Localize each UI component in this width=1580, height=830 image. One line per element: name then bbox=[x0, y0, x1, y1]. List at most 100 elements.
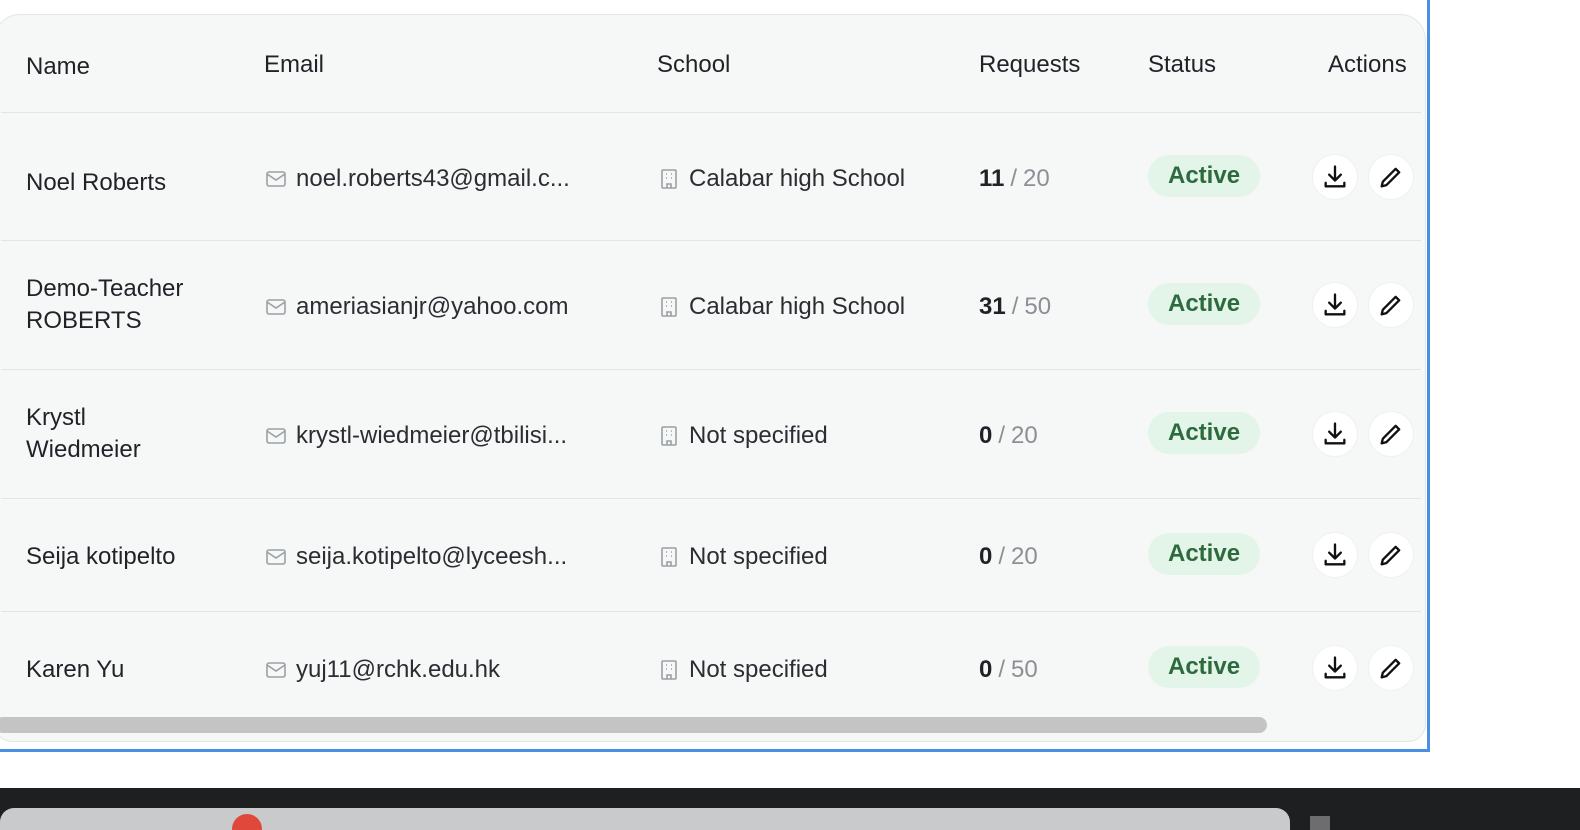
user-email-text: noel.roberts43@gmail.c... bbox=[296, 165, 570, 192]
row-actions bbox=[1313, 412, 1421, 456]
table-header-row: Name Email School Requests Status Action… bbox=[1, 15, 1421, 113]
user-requests: 0 / 20 bbox=[979, 543, 1129, 571]
user-email: seija.kotipelto@lyceesh... bbox=[264, 543, 634, 571]
status-badge: Active bbox=[1148, 533, 1261, 575]
user-school-text: Calabar high School bbox=[689, 293, 906, 320]
users-table-card: Name Email School Requests Status Action… bbox=[0, 14, 1426, 742]
requests-separator: / bbox=[1011, 293, 1019, 320]
pencil-icon bbox=[1380, 167, 1401, 188]
edit-button[interactable] bbox=[1369, 155, 1413, 199]
status-badge: Active bbox=[1148, 283, 1261, 325]
column-header-requests[interactable]: Requests bbox=[979, 51, 1129, 79]
background-window-strip bbox=[0, 788, 1580, 830]
download-icon bbox=[1324, 165, 1346, 188]
download-button[interactable] bbox=[1313, 412, 1357, 456]
user-name: Seija kotipelto bbox=[26, 543, 176, 570]
user-email: yuj11@rchk.edu.hk bbox=[264, 656, 634, 684]
requests-separator: / bbox=[1010, 165, 1018, 192]
requests-used: 0 bbox=[979, 543, 993, 570]
square-icon bbox=[1310, 816, 1330, 830]
user-school: Calabar high School bbox=[657, 293, 957, 321]
column-header-status[interactable]: Status bbox=[1148, 51, 1308, 79]
edit-button[interactable] bbox=[1369, 412, 1413, 456]
building-icon bbox=[657, 545, 681, 569]
building-icon bbox=[657, 167, 681, 191]
horizontal-scrollbar-thumb[interactable] bbox=[0, 717, 1267, 733]
download-icon bbox=[1324, 543, 1346, 566]
table-row[interactable]: Seija kotipelto seija.kotipelto@lyceesh.… bbox=[1, 499, 1421, 612]
user-name: Krystl Wiedmeier bbox=[26, 404, 141, 463]
user-email-text: krystl-wiedmeier@tbilisi... bbox=[296, 422, 568, 449]
requests-separator: / bbox=[998, 422, 1006, 449]
download-button[interactable] bbox=[1313, 283, 1357, 327]
row-actions bbox=[1313, 155, 1421, 199]
status-cell: Active bbox=[1148, 533, 1308, 575]
table-row[interactable]: Noel Roberts noel.roberts43@gmail.c... C… bbox=[1, 113, 1421, 241]
user-email: krystl-wiedmeier@tbilisi... bbox=[264, 422, 634, 450]
requests-separator: / bbox=[998, 656, 1006, 683]
download-icon bbox=[1324, 656, 1346, 679]
requests-total: 50 bbox=[1024, 293, 1052, 320]
download-button[interactable] bbox=[1313, 646, 1357, 690]
requests-total: 50 bbox=[1011, 656, 1038, 683]
requests-separator: / bbox=[998, 543, 1006, 570]
download-icon bbox=[1324, 293, 1346, 316]
mail-icon bbox=[264, 658, 288, 682]
user-email-text: yuj11@rchk.edu.hk bbox=[296, 656, 501, 683]
table-row[interactable]: Krystl Wiedmeier krystl-wiedmeier@tbilis… bbox=[1, 370, 1421, 499]
user-requests: 0 / 20 bbox=[979, 422, 1129, 450]
user-school: Calabar high School bbox=[657, 165, 957, 193]
table-row[interactable]: Karen Yu yuj11@rchk.edu.hk Not specified… bbox=[1, 612, 1421, 715]
status-cell: Active bbox=[1148, 412, 1308, 454]
download-button[interactable] bbox=[1313, 155, 1357, 199]
building-icon bbox=[657, 658, 681, 682]
row-actions bbox=[1313, 283, 1421, 327]
download-button[interactable] bbox=[1313, 533, 1357, 577]
download-icon bbox=[1324, 422, 1346, 445]
status-badge: Active bbox=[1148, 412, 1261, 454]
horizontal-scrollbar[interactable] bbox=[0, 715, 1421, 737]
user-name: Demo-Teacher ROBERTS bbox=[26, 275, 184, 334]
mail-icon bbox=[264, 545, 288, 569]
user-school: Not specified bbox=[657, 656, 957, 684]
column-header-name[interactable]: Name bbox=[26, 51, 236, 83]
edit-button[interactable] bbox=[1369, 533, 1413, 577]
user-email-text: seija.kotipelto@lyceesh... bbox=[296, 543, 568, 570]
background-toolbar bbox=[0, 808, 1290, 830]
row-actions bbox=[1313, 646, 1421, 690]
requests-used: 0 bbox=[979, 422, 993, 449]
row-actions bbox=[1313, 533, 1421, 577]
edit-button[interactable] bbox=[1369, 283, 1413, 327]
table-row[interactable]: Demo-Teacher ROBERTS ameriasianjr@yahoo.… bbox=[1, 241, 1421, 370]
user-email: noel.roberts43@gmail.c... bbox=[264, 165, 634, 193]
column-header-actions: Actions bbox=[1328, 51, 1407, 78]
pencil-icon bbox=[1380, 424, 1401, 445]
status-badge: Active bbox=[1148, 646, 1261, 688]
pencil-icon bbox=[1380, 295, 1401, 316]
user-school-text: Not specified bbox=[689, 543, 828, 570]
status-badge: Active bbox=[1148, 155, 1261, 197]
pencil-icon bbox=[1380, 545, 1401, 566]
building-icon bbox=[657, 424, 681, 448]
mail-icon bbox=[264, 295, 288, 319]
user-requests: 31 / 50 bbox=[979, 293, 1129, 321]
user-email: ameriasianjr@yahoo.com bbox=[264, 293, 634, 321]
requests-used: 11 bbox=[979, 165, 1005, 192]
mail-icon bbox=[264, 167, 288, 191]
status-cell: Active bbox=[1148, 155, 1308, 197]
user-email-text: ameriasianjr@yahoo.com bbox=[296, 293, 569, 320]
users-table: Name Email School Requests Status Action… bbox=[1, 15, 1421, 715]
requests-used: 0 bbox=[979, 656, 993, 683]
requests-used: 31 bbox=[979, 293, 1006, 320]
column-header-email[interactable]: Email bbox=[264, 51, 634, 79]
requests-total: 20 bbox=[1011, 422, 1038, 449]
building-icon bbox=[657, 295, 681, 319]
pencil-icon bbox=[1380, 658, 1401, 679]
requests-total: 20 bbox=[1011, 543, 1038, 570]
edit-button[interactable] bbox=[1369, 646, 1413, 690]
user-school: Not specified bbox=[657, 543, 957, 571]
column-header-school[interactable]: School bbox=[657, 51, 957, 79]
user-requests: 0 / 50 bbox=[979, 656, 1129, 684]
user-requests: 11 / 20 bbox=[979, 165, 1129, 193]
page: Name Email School Requests Status Action… bbox=[0, 0, 1580, 830]
